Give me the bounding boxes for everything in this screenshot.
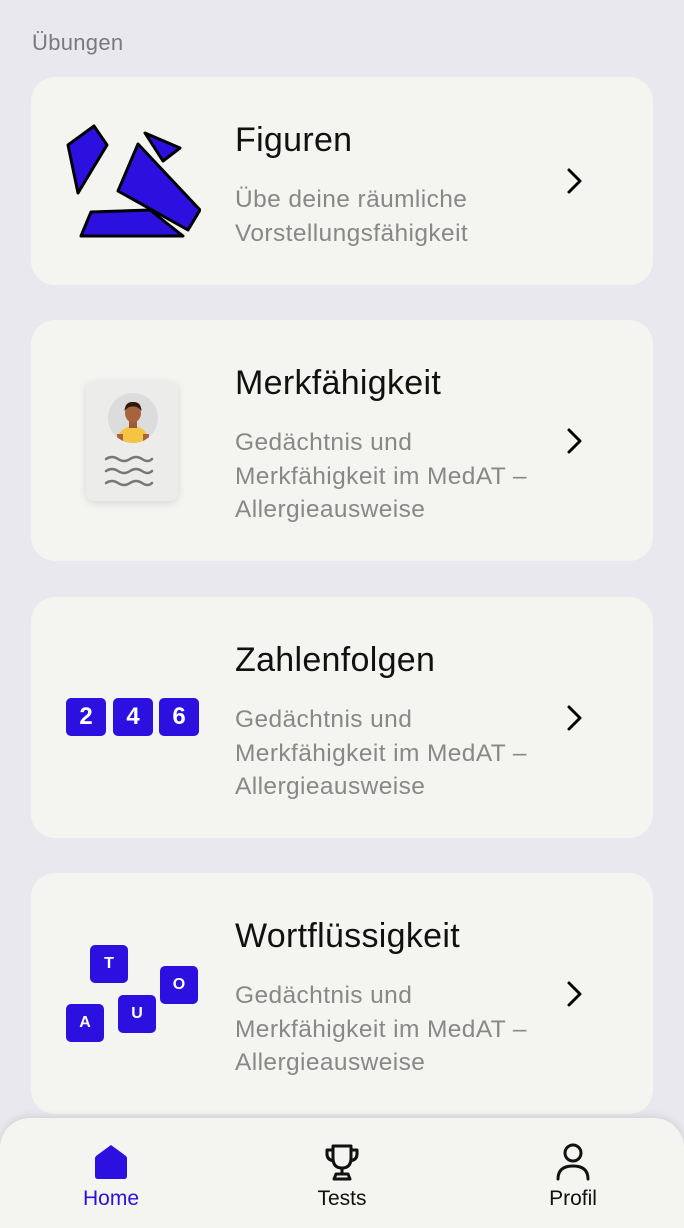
chevron-right-icon[interactable] (563, 426, 587, 456)
bottom-navigation: Home Tests Profil (0, 1118, 684, 1228)
chevron-right-icon[interactable] (563, 979, 587, 1009)
card-description: Gedächtnis und Merkfähigkeit im MedAT – … (235, 706, 527, 800)
exercise-card-figuren[interactable]: Figuren Übe deine räumliche Vorstellungs… (31, 77, 653, 285)
card-description: Gedächtnis und Merkfähigkeit im MedAT – … (235, 982, 527, 1076)
letter-tile: O (160, 966, 198, 1004)
nav-item-profil[interactable]: Profil (493, 1118, 653, 1228)
letter-tile: A (66, 1004, 104, 1042)
home-icon (95, 1145, 127, 1179)
nav-label: Tests (317, 1187, 367, 1210)
letter-tile: T (90, 945, 128, 983)
card-title: Zahlenfolgen (235, 641, 436, 679)
card-title: Merkfähigkeit (235, 364, 442, 402)
card-title: Figuren (235, 121, 353, 159)
card-description: Übe deine räumliche Vorstellungsfähigkei… (235, 186, 469, 247)
letter-tile: U (118, 995, 156, 1033)
avatar (108, 393, 158, 443)
card-description: Gedächtnis und Merkfähigkeit im MedAT – … (235, 429, 527, 523)
exercise-card-merkfaehigkeit[interactable]: Merkfähigkeit Gedächtnis und Merkfähigke… (31, 320, 653, 561)
nav-label: Home (82, 1187, 140, 1210)
allergy-card-illustration (86, 381, 178, 501)
number-tile: 4 (113, 698, 153, 736)
nav-item-home[interactable]: Home (31, 1118, 191, 1228)
trophy-icon (325, 1144, 359, 1181)
nav-item-tests[interactable]: Tests (262, 1118, 422, 1228)
profile-icon (556, 1143, 590, 1181)
chevron-right-icon[interactable] (563, 166, 587, 196)
section-title: Übungen (32, 30, 124, 55)
exercise-card-wortfluessigkeit[interactable]: T O A U Wortflüssigkeit Gedächtnis und M… (31, 873, 653, 1114)
card-title: Wortflüssigkeit (235, 917, 460, 955)
chevron-right-icon[interactable] (563, 703, 587, 733)
exercise-card-zahlenfolgen[interactable]: 2 4 6 Zahlenfolgen Gedächtnis und Merkfä… (31, 597, 653, 838)
figures-shapes-icon (66, 124, 201, 238)
wave-lines-icon (104, 455, 154, 487)
number-tile: 2 (66, 698, 106, 736)
nav-label: Profil (549, 1187, 597, 1210)
number-tile: 6 (159, 698, 199, 736)
